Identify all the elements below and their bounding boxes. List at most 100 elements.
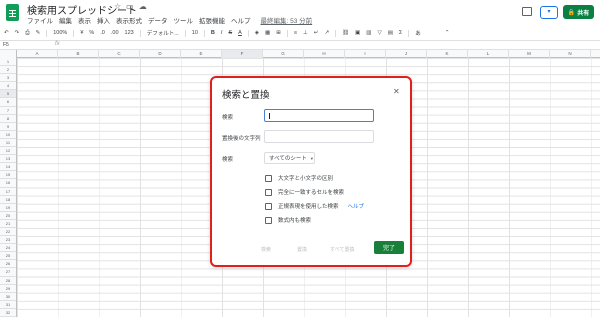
column-header[interactable]: D bbox=[140, 50, 181, 58]
option-match-case[interactable]: 大文字と小文字の区別 bbox=[265, 174, 333, 182]
menu-format[interactable]: 表示形式 bbox=[116, 15, 142, 25]
increase-decimal-button[interactable]: .00 bbox=[111, 30, 119, 36]
menu-view[interactable]: 表示 bbox=[78, 15, 91, 25]
currency-button[interactable]: ¥ bbox=[80, 30, 83, 36]
column-header[interactable]: M bbox=[509, 50, 550, 58]
column-header[interactable]: F bbox=[222, 50, 263, 58]
row-header[interactable]: 27 bbox=[0, 268, 16, 277]
text-color-button[interactable]: A bbox=[238, 30, 242, 36]
row-header[interactable]: 13 bbox=[0, 155, 16, 164]
done-button[interactable]: 完了 bbox=[374, 241, 404, 254]
star-icon[interactable]: ☆ bbox=[114, 2, 121, 11]
input-tools-icon[interactable]: あ bbox=[415, 29, 421, 37]
row-header[interactable]: 24 bbox=[0, 244, 16, 253]
column-header[interactable]: B bbox=[58, 50, 99, 58]
name-box[interactable]: F5 bbox=[3, 42, 9, 48]
paint-format-icon[interactable]: ✎ bbox=[36, 30, 41, 36]
filter-icon[interactable]: ▽ bbox=[377, 30, 381, 36]
row-header[interactable]: 16 bbox=[0, 179, 16, 188]
regex-checkbox[interactable] bbox=[265, 202, 272, 210]
insert-chart-icon[interactable]: ▥ bbox=[366, 30, 371, 36]
horizontal-align-icon[interactable]: ≡ bbox=[294, 30, 297, 36]
column-header[interactable]: N bbox=[550, 50, 591, 58]
row-header[interactable]: 3 bbox=[0, 74, 16, 83]
row-header[interactable]: 30 bbox=[0, 293, 16, 301]
vertical-align-icon[interactable]: ⊥ bbox=[303, 30, 308, 36]
column-header[interactable]: C bbox=[99, 50, 140, 58]
row-header[interactable]: 7 bbox=[0, 107, 16, 115]
insert-link-icon[interactable]: ⛓ bbox=[342, 30, 349, 36]
decrease-decimal-button[interactable]: .0 bbox=[100, 30, 105, 36]
row-header[interactable]: 29 bbox=[0, 285, 16, 293]
help-link[interactable]: ヘルプ bbox=[348, 202, 365, 210]
row-header[interactable]: 4 bbox=[0, 82, 16, 91]
row-header[interactable]: 15 bbox=[0, 171, 16, 180]
replace-input[interactable] bbox=[264, 130, 374, 143]
menu-file[interactable]: ファイル bbox=[27, 15, 53, 25]
borders-icon[interactable]: ▦ bbox=[265, 30, 270, 36]
match-case-checkbox[interactable] bbox=[265, 174, 272, 182]
move-folder-icon[interactable]: ▭ bbox=[126, 2, 134, 11]
row-header[interactable]: 21 bbox=[0, 220, 16, 228]
menu-tools[interactable]: ツール bbox=[174, 15, 194, 25]
menu-edit[interactable]: 編集 bbox=[59, 15, 72, 25]
row-header[interactable]: 20 bbox=[0, 212, 16, 220]
find-button[interactable]: 検索 bbox=[261, 246, 271, 253]
column-header[interactable]: K bbox=[427, 50, 468, 58]
bold-button[interactable]: B bbox=[211, 30, 215, 36]
match-entire-cell-checkbox[interactable] bbox=[265, 188, 272, 196]
column-header[interactable]: L bbox=[468, 50, 509, 58]
redo-icon[interactable]: ↷ bbox=[15, 30, 20, 36]
row-header[interactable]: 10 bbox=[0, 131, 16, 139]
row-header[interactable]: 22 bbox=[0, 228, 16, 237]
italic-button[interactable]: I bbox=[221, 30, 223, 36]
menu-data[interactable]: データ bbox=[148, 15, 168, 25]
menu-help[interactable]: ヘルプ bbox=[231, 15, 251, 25]
row-header[interactable]: 9 bbox=[0, 123, 16, 131]
column-header[interactable]: J bbox=[386, 50, 427, 58]
row-header[interactable]: 14 bbox=[0, 163, 16, 172]
sheets-logo-icon[interactable] bbox=[6, 4, 19, 21]
row-header[interactable]: 11 bbox=[0, 139, 16, 148]
insert-comment-icon[interactable]: ▣ bbox=[355, 30, 360, 36]
font-select[interactable]: デフォルト... bbox=[147, 29, 179, 37]
row-header[interactable]: 25 bbox=[0, 252, 16, 261]
more-formats-button[interactable]: 123 bbox=[125, 30, 134, 36]
row-header[interactable]: 12 bbox=[0, 147, 16, 156]
close-icon[interactable]: ✕ bbox=[393, 87, 400, 96]
row-header[interactable]: 18 bbox=[0, 196, 16, 204]
text-rotation-icon[interactable]: ↗ bbox=[324, 30, 329, 36]
text-wrap-icon[interactable]: ↵ bbox=[314, 30, 319, 36]
option-search-formulas[interactable]: 数式内も検索 bbox=[265, 216, 311, 224]
row-header[interactable]: 8 bbox=[0, 115, 16, 123]
row-header[interactable]: 2 bbox=[0, 66, 16, 75]
fill-color-icon[interactable]: ◈ bbox=[255, 30, 259, 36]
option-regex[interactable]: 正規表現を使用した検索 ヘルプ bbox=[265, 202, 364, 210]
row-header[interactable]: 6 bbox=[0, 98, 16, 107]
undo-icon[interactable]: ↶ bbox=[4, 30, 9, 36]
percent-button[interactable]: % bbox=[89, 30, 94, 36]
menu-insert[interactable]: 挿入 bbox=[97, 15, 110, 25]
replace-button[interactable]: 置換 bbox=[297, 246, 307, 253]
share-button[interactable]: 🔒 共有 bbox=[563, 5, 594, 19]
column-header[interactable]: E bbox=[181, 50, 222, 58]
menu-extensions[interactable]: 拡張機能 bbox=[199, 15, 225, 25]
comment-history-icon[interactable] bbox=[522, 7, 532, 16]
functions-icon[interactable]: Σ bbox=[399, 30, 402, 36]
row-header[interactable]: 5 bbox=[0, 90, 16, 99]
find-input[interactable] bbox=[264, 109, 374, 122]
row-header[interactable]: 23 bbox=[0, 236, 16, 245]
cloud-status-icon[interactable]: ☁ bbox=[139, 2, 147, 11]
merge-cells-icon[interactable]: ⊞ bbox=[276, 30, 281, 36]
row-header[interactable]: 17 bbox=[0, 188, 16, 196]
column-header[interactable]: H bbox=[304, 50, 345, 58]
strikethrough-button[interactable]: S bbox=[228, 30, 232, 36]
column-header[interactable]: I bbox=[345, 50, 386, 58]
row-header[interactable]: 19 bbox=[0, 204, 16, 212]
filter-views-icon[interactable]: ▤ bbox=[388, 30, 393, 36]
column-header[interactable]: G bbox=[263, 50, 304, 58]
scope-select[interactable]: すべてのシート ▼ bbox=[264, 152, 315, 164]
zoom-select[interactable]: 100% bbox=[53, 30, 67, 36]
row-header[interactable]: 28 bbox=[0, 277, 16, 285]
row-header[interactable]: 26 bbox=[0, 260, 16, 269]
